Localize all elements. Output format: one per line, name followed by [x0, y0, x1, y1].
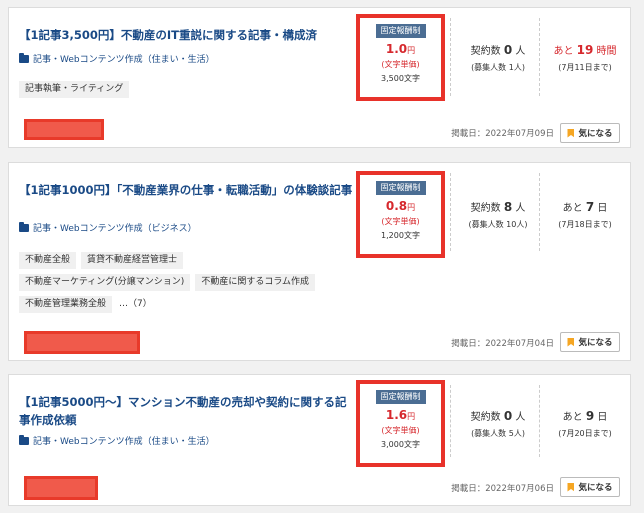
job-title[interactable]: 【1記事5000円〜】マンション不動産の売却や契約に関する記事作成依頼 [19, 393, 354, 429]
posted-date: 掲載日：2022年07月06日 [451, 484, 554, 494]
contract-count: 契約数 8 人 (募集人数 10人) [459, 199, 537, 230]
category-label: 記事・Webコンテンツ作成（住まい・生活） [33, 437, 215, 447]
job-category[interactable]: 記事・Webコンテンツ作成（住まい・生活） [19, 52, 215, 65]
divider [450, 173, 451, 251]
more-tags-link[interactable]: …（7） [117, 296, 154, 313]
price-note: (文字単価) [381, 426, 420, 435]
tag[interactable]: 賃貸不動産経営管理士 [81, 252, 184, 269]
bookmark-icon [567, 337, 575, 347]
char-count: 3,500文字 [381, 74, 420, 83]
divider [539, 173, 540, 251]
favorite-label: 気になる [578, 129, 613, 139]
remain-unit: 日 [597, 412, 608, 423]
char-count: 3,000文字 [381, 440, 420, 449]
price-value: 0.8 [385, 199, 408, 213]
contract-label: 契約数 [470, 46, 501, 57]
favorite-button[interactable]: 気になる [560, 477, 620, 497]
divider [539, 18, 540, 96]
deadline: (7月18日まで) [558, 220, 612, 229]
price-value: 1.0 [385, 42, 408, 56]
contract-count: 契約数 0 人 (募集人数 1人) [459, 42, 537, 73]
price-unit: 円 [407, 203, 416, 212]
posted-date: 掲載日：2022年07月09日 [451, 129, 554, 139]
job-card[interactable]: 【1記事1000円】「不動産業界の仕事・転職活動」の体験談記事 記事・Webコン… [8, 162, 631, 361]
price: 0.8円 [360, 199, 441, 213]
char-count: 1,200文字 [381, 231, 420, 240]
price-box: 固定報酬制 0.8円 (文字単価) 1,200文字 [356, 171, 445, 258]
favorite-label: 気になる [578, 338, 613, 348]
tag[interactable]: 不動産に関するコラム作成 [195, 274, 316, 291]
contract-number: 8 [503, 200, 513, 214]
tag[interactable]: 記事執筆・ライティング [19, 81, 130, 98]
contract-label: 契約数 [470, 412, 501, 423]
folder-icon [19, 434, 29, 445]
contract-number: 0 [503, 409, 513, 423]
favorite-button[interactable]: 気になる [560, 123, 620, 143]
fixed-fee-badge: 固定報酬制 [375, 24, 426, 38]
deadline: (7月20日まで) [558, 429, 612, 438]
bookmark-icon [567, 482, 575, 492]
time-remaining: あと 9 日 (7月20日まで) [544, 408, 626, 439]
redacted-client-name [24, 331, 140, 354]
bookmark-icon [567, 128, 575, 138]
job-card[interactable]: 【1記事3,500円】不動産のIT重説に関する記事・構成済 記事・Webコンテン… [8, 7, 631, 148]
contract-unit: 人 [515, 412, 526, 423]
fixed-fee-badge: 固定報酬制 [375, 181, 426, 195]
price-unit: 円 [407, 412, 416, 421]
remain-label: あと [562, 203, 583, 214]
remain-unit: 時間 [596, 46, 617, 57]
job-card[interactable]: 【1記事5000円〜】マンション不動産の売却や契約に関する記事作成依頼 記事・W… [8, 374, 631, 506]
tag-list: 不動産全般 賃貸不動産経営管理士 不動産マーケティング(分譲マンション) 不動産… [19, 252, 349, 313]
price: 1.0円 [360, 42, 441, 56]
contract-number: 0 [503, 43, 513, 57]
favorite-button[interactable]: 気になる [560, 332, 620, 352]
recruit-count: (募集人数 5人) [471, 429, 525, 438]
contract-unit: 人 [515, 203, 526, 214]
remain-unit: 日 [597, 203, 608, 214]
divider [450, 385, 451, 457]
remain-number: 9 [585, 409, 595, 423]
remain-number: 7 [585, 200, 595, 214]
price-box: 固定報酬制 1.0円 (文字単価) 3,500文字 [356, 14, 445, 101]
job-category[interactable]: 記事・Webコンテンツ作成（住まい・生活） [19, 434, 215, 447]
tag[interactable]: 不動産マーケティング(分譲マンション) [19, 274, 191, 291]
redacted-client-name [24, 476, 98, 500]
divider [539, 385, 540, 457]
deadline: (7月11日まで) [558, 63, 612, 72]
contract-label: 契約数 [470, 203, 501, 214]
price-note: (文字単価) [381, 60, 420, 69]
job-title[interactable]: 【1記事1000円】「不動産業界の仕事・転職活動」の体験談記事 [19, 181, 354, 199]
job-category[interactable]: 記事・Webコンテンツ作成（ビジネス） [19, 221, 197, 234]
price-note: (文字単価) [381, 217, 420, 226]
redacted-client-name [24, 119, 104, 140]
category-label: 記事・Webコンテンツ作成（ビジネス） [33, 224, 197, 234]
time-remaining: あと 7 日 (7月18日まで) [544, 199, 626, 230]
folder-icon [19, 52, 29, 63]
tag-list: 記事執筆・ライティング [19, 81, 349, 98]
recruit-count: (募集人数 10人) [468, 220, 528, 229]
category-label: 記事・Webコンテンツ作成（住まい・生活） [33, 55, 215, 65]
folder-icon [19, 221, 29, 232]
posted-date: 掲載日：2022年07月04日 [451, 339, 554, 349]
remain-number: 19 [576, 43, 594, 57]
price-box: 固定報酬制 1.6円 (文字単価) 3,000文字 [356, 380, 445, 467]
fixed-fee-badge: 固定報酬制 [375, 390, 426, 404]
price: 1.6円 [360, 408, 441, 422]
recruit-count: (募集人数 1人) [471, 63, 525, 72]
time-remaining: あと 19 時間 (7月11日まで) [544, 42, 626, 73]
contract-count: 契約数 0 人 (募集人数 5人) [459, 408, 537, 439]
price-unit: 円 [407, 46, 416, 55]
remain-label: あと [553, 46, 574, 57]
tag[interactable]: 不動産管理業務全般 [19, 296, 113, 313]
tag[interactable]: 不動産全般 [19, 252, 77, 269]
job-title[interactable]: 【1記事3,500円】不動産のIT重説に関する記事・構成済 [19, 26, 354, 44]
contract-unit: 人 [515, 46, 526, 57]
remain-label: あと [562, 412, 583, 423]
price-value: 1.6 [385, 408, 408, 422]
favorite-label: 気になる [578, 483, 613, 493]
divider [450, 18, 451, 96]
